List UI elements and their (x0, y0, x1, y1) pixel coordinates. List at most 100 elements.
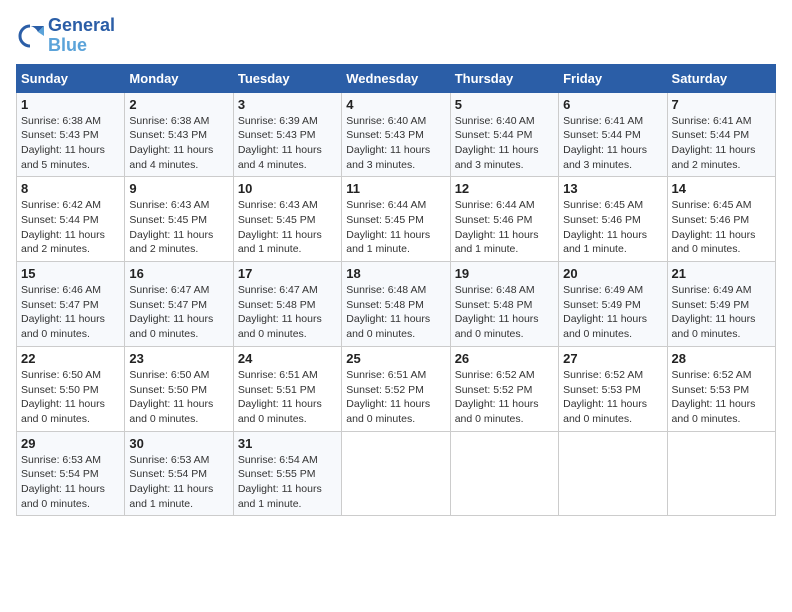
day-info: Sunrise: 6:38 AMSunset: 5:43 PMDaylight:… (21, 114, 120, 173)
day-number: 10 (238, 181, 337, 196)
page-header: GeneralBlue (16, 16, 776, 56)
day-info: Sunrise: 6:45 AMSunset: 5:46 PMDaylight:… (563, 198, 662, 257)
day-info: Sunrise: 6:48 AMSunset: 5:48 PMDaylight:… (455, 283, 554, 342)
day-number: 26 (455, 351, 554, 366)
calendar-cell: 4 Sunrise: 6:40 AMSunset: 5:43 PMDayligh… (342, 92, 450, 177)
day-info: Sunrise: 6:39 AMSunset: 5:43 PMDaylight:… (238, 114, 337, 173)
calendar-cell (450, 431, 558, 516)
day-number: 14 (672, 181, 771, 196)
day-number: 3 (238, 97, 337, 112)
day-number: 18 (346, 266, 445, 281)
calendar-cell: 14 Sunrise: 6:45 AMSunset: 5:46 PMDaylig… (667, 177, 775, 262)
day-number: 23 (129, 351, 228, 366)
day-info: Sunrise: 6:40 AMSunset: 5:44 PMDaylight:… (455, 114, 554, 173)
day-info: Sunrise: 6:44 AMSunset: 5:46 PMDaylight:… (455, 198, 554, 257)
day-number: 8 (21, 181, 120, 196)
day-info: Sunrise: 6:47 AMSunset: 5:47 PMDaylight:… (129, 283, 228, 342)
calendar-cell (559, 431, 667, 516)
col-header-tuesday: Tuesday (233, 64, 341, 92)
week-row-2: 8 Sunrise: 6:42 AMSunset: 5:44 PMDayligh… (17, 177, 776, 262)
day-info: Sunrise: 6:51 AMSunset: 5:51 PMDaylight:… (238, 368, 337, 427)
week-row-1: 1 Sunrise: 6:38 AMSunset: 5:43 PMDayligh… (17, 92, 776, 177)
calendar-cell: 28 Sunrise: 6:52 AMSunset: 5:53 PMDaylig… (667, 346, 775, 431)
day-number: 15 (21, 266, 120, 281)
day-number: 30 (129, 436, 228, 451)
calendar-cell: 16 Sunrise: 6:47 AMSunset: 5:47 PMDaylig… (125, 262, 233, 347)
col-header-thursday: Thursday (450, 64, 558, 92)
calendar-cell: 6 Sunrise: 6:41 AMSunset: 5:44 PMDayligh… (559, 92, 667, 177)
day-number: 21 (672, 266, 771, 281)
calendar-cell: 25 Sunrise: 6:51 AMSunset: 5:52 PMDaylig… (342, 346, 450, 431)
col-header-wednesday: Wednesday (342, 64, 450, 92)
day-info: Sunrise: 6:49 AMSunset: 5:49 PMDaylight:… (563, 283, 662, 342)
calendar-cell: 20 Sunrise: 6:49 AMSunset: 5:49 PMDaylig… (559, 262, 667, 347)
calendar-cell: 27 Sunrise: 6:52 AMSunset: 5:53 PMDaylig… (559, 346, 667, 431)
day-number: 28 (672, 351, 771, 366)
calendar-cell: 21 Sunrise: 6:49 AMSunset: 5:49 PMDaylig… (667, 262, 775, 347)
day-number: 6 (563, 97, 662, 112)
day-number: 22 (21, 351, 120, 366)
calendar-cell: 13 Sunrise: 6:45 AMSunset: 5:46 PMDaylig… (559, 177, 667, 262)
calendar-cell: 19 Sunrise: 6:48 AMSunset: 5:48 PMDaylig… (450, 262, 558, 347)
day-number: 12 (455, 181, 554, 196)
day-info: Sunrise: 6:54 AMSunset: 5:55 PMDaylight:… (238, 453, 337, 512)
day-number: 1 (21, 97, 120, 112)
calendar-cell: 29 Sunrise: 6:53 AMSunset: 5:54 PMDaylig… (17, 431, 125, 516)
calendar-cell (342, 431, 450, 516)
day-number: 16 (129, 266, 228, 281)
day-info: Sunrise: 6:43 AMSunset: 5:45 PMDaylight:… (129, 198, 228, 257)
day-info: Sunrise: 6:53 AMSunset: 5:54 PMDaylight:… (129, 453, 228, 512)
calendar-cell: 5 Sunrise: 6:40 AMSunset: 5:44 PMDayligh… (450, 92, 558, 177)
day-number: 4 (346, 97, 445, 112)
day-number: 19 (455, 266, 554, 281)
day-number: 11 (346, 181, 445, 196)
day-info: Sunrise: 6:52 AMSunset: 5:53 PMDaylight:… (563, 368, 662, 427)
calendar-cell: 11 Sunrise: 6:44 AMSunset: 5:45 PMDaylig… (342, 177, 450, 262)
day-info: Sunrise: 6:41 AMSunset: 5:44 PMDaylight:… (563, 114, 662, 173)
day-number: 17 (238, 266, 337, 281)
day-number: 25 (346, 351, 445, 366)
calendar-cell: 1 Sunrise: 6:38 AMSunset: 5:43 PMDayligh… (17, 92, 125, 177)
calendar-cell: 15 Sunrise: 6:46 AMSunset: 5:47 PMDaylig… (17, 262, 125, 347)
day-number: 31 (238, 436, 337, 451)
day-number: 27 (563, 351, 662, 366)
day-number: 2 (129, 97, 228, 112)
day-info: Sunrise: 6:47 AMSunset: 5:48 PMDaylight:… (238, 283, 337, 342)
week-row-4: 22 Sunrise: 6:50 AMSunset: 5:50 PMDaylig… (17, 346, 776, 431)
col-header-friday: Friday (559, 64, 667, 92)
day-info: Sunrise: 6:38 AMSunset: 5:43 PMDaylight:… (129, 114, 228, 173)
day-info: Sunrise: 6:45 AMSunset: 5:46 PMDaylight:… (672, 198, 771, 257)
logo-icon (16, 22, 44, 50)
day-info: Sunrise: 6:46 AMSunset: 5:47 PMDaylight:… (21, 283, 120, 342)
calendar-cell: 9 Sunrise: 6:43 AMSunset: 5:45 PMDayligh… (125, 177, 233, 262)
calendar-cell: 26 Sunrise: 6:52 AMSunset: 5:52 PMDaylig… (450, 346, 558, 431)
day-number: 20 (563, 266, 662, 281)
day-info: Sunrise: 6:52 AMSunset: 5:52 PMDaylight:… (455, 368, 554, 427)
day-info: Sunrise: 6:48 AMSunset: 5:48 PMDaylight:… (346, 283, 445, 342)
calendar-cell: 12 Sunrise: 6:44 AMSunset: 5:46 PMDaylig… (450, 177, 558, 262)
day-info: Sunrise: 6:50 AMSunset: 5:50 PMDaylight:… (129, 368, 228, 427)
calendar-cell: 10 Sunrise: 6:43 AMSunset: 5:45 PMDaylig… (233, 177, 341, 262)
day-number: 24 (238, 351, 337, 366)
week-row-5: 29 Sunrise: 6:53 AMSunset: 5:54 PMDaylig… (17, 431, 776, 516)
day-number: 5 (455, 97, 554, 112)
calendar-cell: 18 Sunrise: 6:48 AMSunset: 5:48 PMDaylig… (342, 262, 450, 347)
calendar-cell: 23 Sunrise: 6:50 AMSunset: 5:50 PMDaylig… (125, 346, 233, 431)
day-info: Sunrise: 6:44 AMSunset: 5:45 PMDaylight:… (346, 198, 445, 257)
day-info: Sunrise: 6:52 AMSunset: 5:53 PMDaylight:… (672, 368, 771, 427)
day-number: 9 (129, 181, 228, 196)
calendar-cell: 24 Sunrise: 6:51 AMSunset: 5:51 PMDaylig… (233, 346, 341, 431)
day-info: Sunrise: 6:40 AMSunset: 5:43 PMDaylight:… (346, 114, 445, 173)
logo-text: GeneralBlue (48, 16, 115, 56)
day-info: Sunrise: 6:53 AMSunset: 5:54 PMDaylight:… (21, 453, 120, 512)
day-info: Sunrise: 6:49 AMSunset: 5:49 PMDaylight:… (672, 283, 771, 342)
calendar-cell: 17 Sunrise: 6:47 AMSunset: 5:48 PMDaylig… (233, 262, 341, 347)
col-header-monday: Monday (125, 64, 233, 92)
day-number: 7 (672, 97, 771, 112)
logo: GeneralBlue (16, 16, 115, 56)
day-info: Sunrise: 6:41 AMSunset: 5:44 PMDaylight:… (672, 114, 771, 173)
day-number: 13 (563, 181, 662, 196)
calendar-cell: 7 Sunrise: 6:41 AMSunset: 5:44 PMDayligh… (667, 92, 775, 177)
calendar-cell: 8 Sunrise: 6:42 AMSunset: 5:44 PMDayligh… (17, 177, 125, 262)
calendar-cell: 30 Sunrise: 6:53 AMSunset: 5:54 PMDaylig… (125, 431, 233, 516)
